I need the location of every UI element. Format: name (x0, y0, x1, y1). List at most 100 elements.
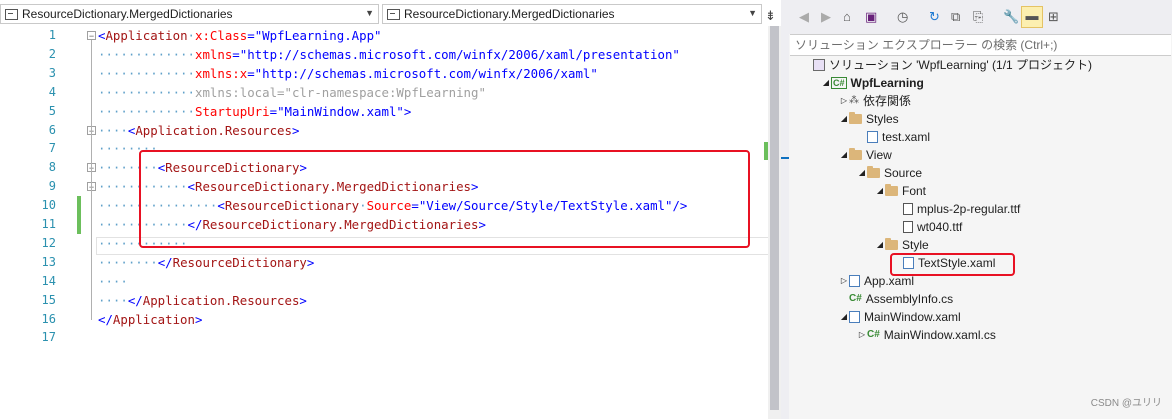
properties-wrench-icon[interactable]: 🔧 (1003, 9, 1019, 25)
xaml-icon (867, 131, 878, 143)
token-br: </ (98, 311, 113, 327)
line-number: 5 (48, 103, 56, 118)
file-icon (903, 203, 913, 215)
home-icon[interactable]: ⌂ (843, 9, 851, 24)
expanded-arrow-icon[interactable]: ◢ (875, 182, 885, 200)
type-dropdown[interactable]: ResourceDictionary.MergedDictionaries ▼ (0, 4, 379, 24)
tree-item[interactable]: ◢ Font (875, 182, 926, 200)
code-text: <Application·x:Class="WpfLearning.App" (98, 26, 382, 45)
tree-item[interactable]: ◢ MainWindow.xaml (839, 308, 961, 326)
token-tag: Application.Resources (142, 292, 300, 308)
xaml-icon (849, 275, 860, 287)
folder-icon (885, 238, 898, 250)
tree-item[interactable]: ◢ Styles (839, 110, 899, 128)
code-line[interactable]: 4 ·············xmlns:local="clr-namespace… (16, 83, 768, 102)
class-view-icon[interactable]: ⊞ (1048, 9, 1059, 25)
folder-icon (867, 166, 880, 178)
show-all-files-icon[interactable]: ⎘ (973, 9, 983, 25)
code-text: ·············xmlns:x="http://schemas.mic… (98, 64, 598, 83)
refresh-icon[interactable]: ↻ (929, 9, 940, 25)
line-number: 6 (48, 122, 56, 137)
tree-item[interactable]: ◢ C# WpfLearning (821, 74, 924, 92)
forward-icon[interactable]: ▶ (821, 9, 831, 25)
tree-item-label: Font (902, 184, 927, 198)
code-line[interactable]: 1 <Application·x:Class="WpfLearning.App" (16, 26, 768, 45)
expanded-arrow-icon[interactable]: ◢ (875, 236, 885, 254)
back-icon[interactable]: ◀ (799, 9, 809, 25)
expanded-arrow-icon[interactable]: ◢ (839, 308, 849, 326)
cs-icon: C# (867, 329, 880, 340)
expanded-arrow-icon[interactable]: ◢ (821, 74, 831, 92)
xaml-element-icon (5, 8, 18, 20)
token-br: = (247, 28, 255, 43)
tree-item[interactable]: ソリューション 'WpfLearning' (1/1 プロジェクト) (803, 56, 1092, 74)
line-number: 8 (48, 160, 56, 175)
token-dots: · (187, 28, 195, 43)
watermark: CSDN @ユリリ (1090, 398, 1162, 409)
whitespace-dots: ···· (98, 273, 128, 289)
expanded-arrow-icon[interactable]: ◢ (857, 164, 867, 182)
line-number: 9 (48, 179, 56, 194)
tree-item[interactable]: ◢ View (839, 146, 892, 164)
whitespace-dots: ············· (98, 65, 195, 81)
collapse-all-icon[interactable]: ⧉ (951, 9, 960, 25)
tree-item-label: Source (884, 166, 923, 180)
preview-selected-items-icon[interactable]: ▬ (1021, 6, 1043, 28)
line-number: 4 (48, 84, 56, 99)
code-line[interactable]: 13 ········</ResourceDictionary> (16, 253, 768, 272)
panel-splitter[interactable] (781, 0, 789, 419)
collapsed-arrow-icon[interactable]: ▷ (839, 272, 849, 290)
code-line[interactable]: 2 ·············xmlns="http://schemas.micr… (16, 45, 768, 64)
code-line[interactable]: 17 (16, 328, 768, 347)
line-number: 7 (48, 141, 56, 156)
token-tag: Application (112, 311, 195, 327)
collapsed-arrow-icon[interactable]: ▷ (839, 92, 849, 110)
token-br: </ (157, 254, 173, 270)
scrollbar-thumb[interactable] (770, 26, 779, 410)
token-grey: xmlns:local="clr-namespace:WpfLearning" (194, 84, 486, 100)
pending-changes-filter-icon[interactable]: ◷ (897, 9, 908, 25)
code-line[interactable]: 15 ····</Application.Resources> (16, 291, 768, 310)
vertical-scrollbar[interactable] (768, 26, 781, 419)
tree-item[interactable]: ◢ Style (875, 236, 929, 254)
expanded-arrow-icon[interactable]: ◢ (839, 110, 849, 128)
token-val: "WpfLearning.App" (254, 28, 382, 43)
token-br: > (403, 103, 412, 119)
dep-icon: ⁂ (849, 95, 859, 106)
tree-item[interactable]: C# AssemblyInfo.cs (839, 290, 953, 308)
code-line[interactable]: 6 ····<Application.Resources> (16, 121, 768, 140)
code-text: ····</Application.Resources> (98, 291, 307, 310)
tree-item[interactable]: ▷ ⁂ 依存関係 (839, 92, 911, 110)
whitespace-dots: ········ (98, 254, 158, 270)
expanded-arrow-icon[interactable]: ◢ (839, 146, 849, 164)
token-br: > (291, 122, 300, 138)
member-dropdown[interactable]: ResourceDictionary.MergedDictionaries ▼ (382, 4, 762, 24)
code-line[interactable]: 5 ·············StartupUri="MainWindow.xam… (16, 102, 768, 121)
code-line[interactable]: 16 </Application> (16, 310, 768, 329)
tree-item[interactable]: ◢ Source (857, 164, 922, 182)
tree-item[interactable]: test.xaml (857, 128, 930, 146)
fold-toggle-icon[interactable]: − (87, 31, 96, 41)
split-editor-icon[interactable]: ⇟ (765, 8, 776, 24)
solution-explorer-toolbar: ◀ ▶ ⌂ ▣ ◷ ↻ ⧉ ⎘ 🔧 ▬ ⊞ (789, 0, 1172, 34)
token-tag: Application (105, 28, 188, 43)
token-tag: Application.Resources (135, 122, 292, 138)
line-number: 13 (41, 254, 56, 269)
member-dropdown-label: ResourceDictionary.MergedDictionaries (404, 7, 615, 21)
switch-views-icon[interactable]: ▣ (865, 9, 877, 25)
token-br: > (194, 311, 203, 327)
fold-guide-line (91, 40, 92, 320)
code-line[interactable]: 14 ···· (16, 272, 768, 291)
tree-item-label: MainWindow.xaml (864, 310, 961, 324)
tree-item[interactable]: wt040.ttf (893, 218, 962, 236)
tree-item[interactable]: ▷ C# MainWindow.xaml.cs (857, 326, 996, 344)
collapsed-arrow-icon[interactable]: ▷ (857, 326, 867, 344)
token-br: > (306, 254, 315, 270)
highlight-box (139, 150, 750, 248)
solution-search-input[interactable]: ソリューション エクスプローラー の検索 (Ctrl+;) (790, 34, 1171, 56)
code-line[interactable]: 3 ·············xmlns:x="http://schemas.mi… (16, 64, 768, 83)
tree-item[interactable]: mplus-2p-regular.ttf (893, 200, 1020, 218)
line-number: 10 (41, 198, 56, 213)
whitespace-dots: ············· (98, 103, 195, 119)
tree-item-label: MainWindow.xaml.cs (883, 328, 996, 342)
